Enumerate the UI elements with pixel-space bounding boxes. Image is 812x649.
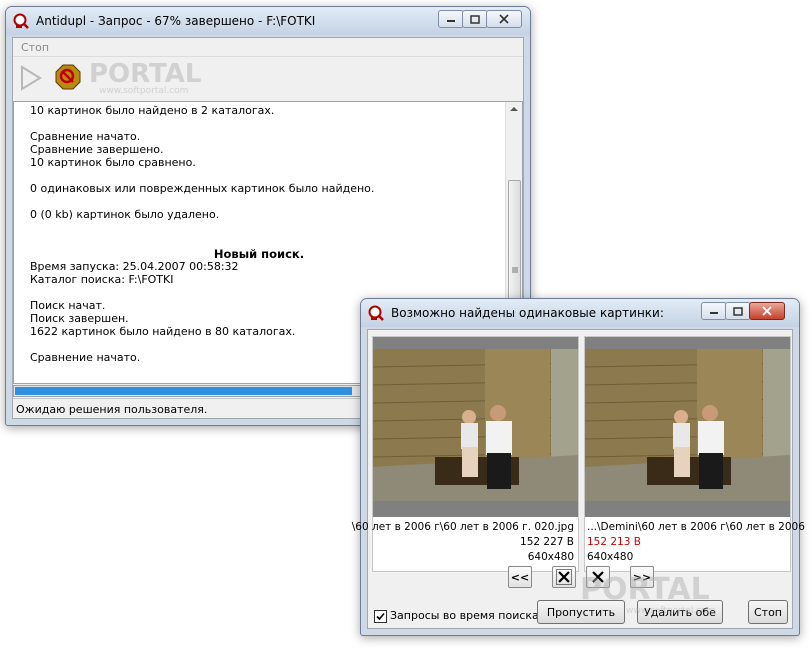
log-line: 10 картинок было сравнено. [30,156,196,169]
log-line: 0 одинаковых или поврежденных картинок б… [30,182,375,195]
close-button[interactable] [486,10,522,28]
play-icon[interactable] [19,65,43,91]
left-dimensions: 640x480 [527,551,574,563]
status-text: Ожидаю решения пользователя. [16,403,208,416]
minimize-button[interactable] [701,302,727,320]
log-line: 1622 картинок было найдено в 80 каталога… [30,325,296,338]
left-file-size: 152 227 B [520,536,574,548]
log-line: Время запуска: 25.04.2007 00:58:32 [30,260,239,273]
watermark-portal: PORTAL [580,572,710,607]
log-line: Каталог поиска: F:\FOTKI [30,273,174,286]
main-titlebar[interactable]: Antidupl - Запрос - 67% завершено - F:\F… [6,7,530,35]
dialog-client-area: \60 лет в 2006 г\60 лет в 2006 г. 020.jp… [352,329,805,629]
dialog-titlebar[interactable]: Возможно найдены одинаковые картинки: [361,299,799,327]
dialog-title: Возможно найдены одинаковые картинки: [391,306,664,320]
maximize-icon [733,306,743,316]
watermark-portal: PORTAL [89,59,202,89]
search-queries-checkbox[interactable] [374,610,387,623]
right-dimensions: 640x480 [587,551,634,563]
minimize-icon [447,20,455,22]
checkbox-label: Запросы во время поиска [390,609,539,622]
right-file-path: ...\Demini\60 лет в 2006 г\60 лет в 2006 [587,521,805,533]
log-line: Поиск завершен. [30,312,129,325]
delete-icon [556,569,572,585]
stop-button[interactable]: Стоп [748,600,788,624]
app-icon [368,305,384,321]
maximize-icon [470,14,480,24]
watermark-url: www.softportal.com [626,606,716,616]
window-title: Antidupl - Запрос - 67% завершено - F:\F… [36,14,316,28]
left-image-pane: \60 лет в 2006 г\60 лет в 2006 г. 020.jp… [352,336,579,572]
left-photo[interactable] [373,337,578,517]
maximize-button[interactable] [725,302,751,320]
prev-button[interactable]: << [508,566,532,588]
progress-fill [15,387,352,395]
menubar: Стоп [13,38,523,57]
left-file-path: \60 лет в 2006 г\60 лет в 2006 г. 020.jp… [351,521,574,533]
toolbar: PORTAL www.softportal.com [13,57,523,100]
delete-left-button[interactable] [552,566,576,588]
minimize-icon [710,312,718,314]
right-photo[interactable] [585,337,790,517]
close-icon [762,306,772,316]
log-line: 10 картинок было найдено в 2 каталогах. [30,104,275,117]
log-line: Сравнение начато. [30,351,141,364]
watermark-url: www.softportal.com [99,86,189,96]
app-icon [13,13,29,29]
checkmark-icon [376,612,385,621]
close-icon [499,14,509,24]
right-image-pane: ...\Demini\60 лет в 2006 г\60 лет в 2006… [584,336,805,572]
log-line: Новый поиск. [213,247,305,261]
log-line: Сравнение завершено. [30,143,164,156]
log-line: Поиск начат. [30,299,106,312]
log-line: Сравнение начато. [30,130,141,143]
minimize-button[interactable] [438,10,464,28]
stop-search-icon[interactable] [55,64,81,90]
menu-stop[interactable]: Стоп [21,41,49,54]
close-button[interactable] [749,302,785,320]
grip-icon [512,267,518,273]
scroll-up-icon[interactable] [510,106,518,112]
duplicate-dialog: Возможно найдены одинаковые картинки: \6… [352,298,805,636]
maximize-button[interactable] [462,10,488,28]
right-file-size: 152 213 B [587,536,641,548]
log-line: 0 (0 kb) картинок было удалено. [30,208,220,221]
